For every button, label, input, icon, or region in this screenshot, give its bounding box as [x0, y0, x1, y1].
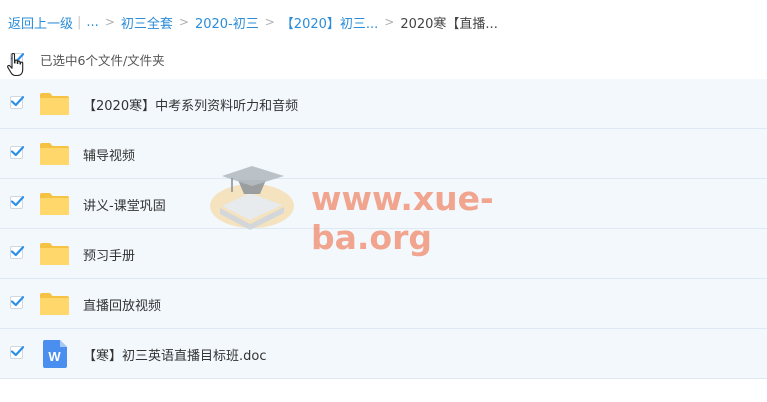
row-checkbox[interactable] — [10, 96, 25, 109]
breadcrumb-current: 2020寒【直播... — [400, 16, 498, 32]
breadcrumb-item-2[interactable]: 2020-初三 — [195, 13, 259, 32]
breadcrumb-ellipsis[interactable]: ... — [86, 15, 98, 30]
selection-header: 已选中6个文件/文件夹 — [0, 44, 767, 77]
row-checkbox[interactable] — [10, 246, 25, 259]
file-name[interactable]: 预习手册 — [83, 245, 135, 264]
file-row[interactable]: 讲义-课堂巩固 — [0, 179, 767, 229]
selection-status: 已选中6个文件/文件夹 — [40, 53, 165, 68]
folder-icon — [40, 143, 69, 165]
breadcrumb-divider: | — [77, 14, 82, 30]
breadcrumb-item-3[interactable]: 【2020】初三... — [281, 13, 378, 32]
chevron-right-icon: > — [384, 15, 395, 29]
folder-icon — [40, 193, 69, 215]
file-name[interactable]: 辅导视频 — [83, 145, 135, 164]
file-name[interactable]: 【2020寒】中考系列资料听力和音频 — [83, 95, 298, 114]
folder-icon — [40, 243, 69, 265]
file-row[interactable]: 辅导视频 — [0, 129, 767, 179]
file-name[interactable]: 【寒】初三英语直播目标班.doc — [83, 345, 267, 364]
chevron-right-icon: > — [104, 15, 115, 29]
word-doc-letter: W — [48, 349, 61, 364]
back-link[interactable]: 返回上一级 — [8, 13, 73, 32]
row-checkbox[interactable] — [10, 196, 25, 209]
chevron-right-icon: > — [264, 15, 275, 29]
breadcrumb: 返回上一级 | ... > 初三全套 > 2020-初三 > 【2020】初三.… — [8, 12, 498, 32]
file-row[interactable]: W 【寒】初三英语直播目标班.doc — [0, 329, 767, 379]
file-list: 【2020寒】中考系列资料听力和音频 辅导视频 讲义-课堂巩固 预习手册 直播回… — [0, 79, 767, 379]
hand-cursor-icon — [7, 52, 24, 77]
file-name[interactable]: 讲义-课堂巩固 — [83, 195, 166, 214]
word-doc-icon: W — [43, 340, 67, 368]
file-name[interactable]: 直播回放视频 — [83, 295, 161, 314]
file-row[interactable]: 预习手册 — [0, 229, 767, 279]
folder-icon — [40, 293, 69, 315]
folder-icon — [40, 93, 69, 115]
file-row[interactable]: 直播回放视频 — [0, 279, 767, 329]
chevron-right-icon: > — [178, 15, 189, 29]
row-checkbox[interactable] — [10, 346, 25, 359]
breadcrumb-item-1[interactable]: 初三全套 — [121, 13, 173, 32]
file-row[interactable]: 【2020寒】中考系列资料听力和音频 — [0, 79, 767, 129]
row-checkbox[interactable] — [10, 296, 25, 309]
row-checkbox[interactable] — [10, 146, 25, 159]
